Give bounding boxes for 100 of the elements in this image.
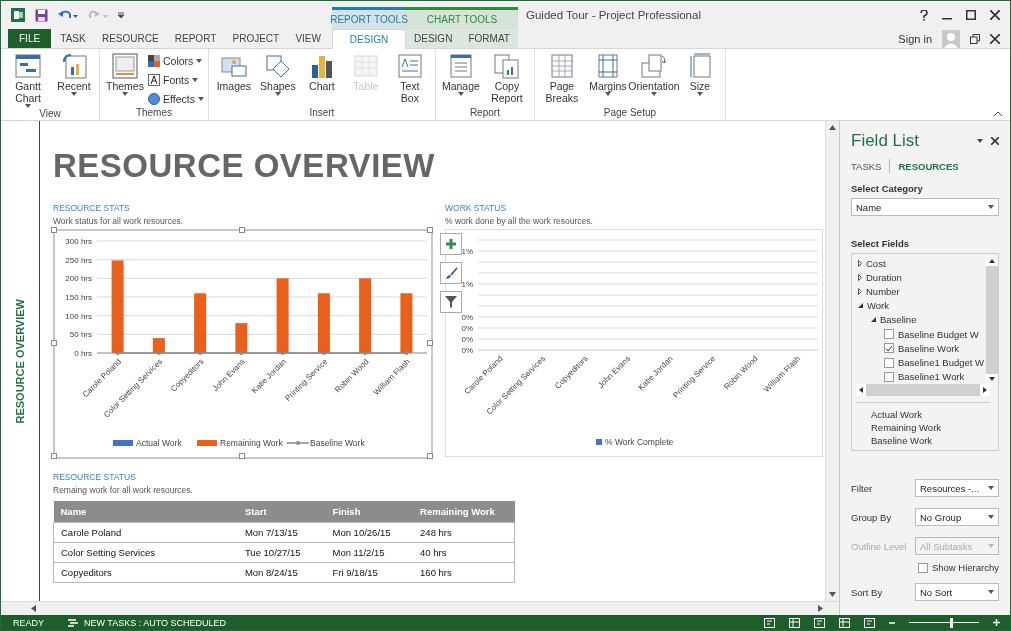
caret-icon	[977, 139, 983, 143]
maximize-icon[interactable]	[966, 10, 976, 20]
plus-icon[interactable]	[993, 619, 1000, 626]
resize-handle[interactable]	[239, 453, 245, 459]
horizontal-scrollbar[interactable]	[1, 601, 839, 615]
scroll-right-icon[interactable]	[980, 384, 990, 396]
minus-icon[interactable]	[889, 619, 895, 626]
scroll-down-icon[interactable]	[986, 374, 998, 384]
tree-item[interactable]: Cost	[854, 256, 986, 271]
tree-item[interactable]: Baseline Work	[854, 341, 986, 356]
view-icon[interactable]	[839, 617, 850, 628]
ribbon-button[interactable]: Shapes	[256, 49, 299, 107]
category-dropdown[interactable]: Name	[851, 198, 999, 216]
ribbon-button[interactable]: Margins	[586, 49, 629, 107]
ribbon-button[interactable]: Copy Report	[483, 49, 530, 107]
bar	[194, 293, 207, 353]
tree-item[interactable]: Baseline1 Budget W	[854, 355, 986, 370]
table-cell: 160 hrs	[413, 562, 515, 583]
vertical-scrollbar[interactable]	[986, 256, 998, 384]
checkbox[interactable]	[884, 343, 894, 354]
restore-icon[interactable]	[970, 33, 980, 44]
checkbox[interactable]	[884, 357, 894, 368]
selected-field[interactable]: Baseline Work	[871, 435, 990, 446]
close-icon[interactable]	[990, 10, 1000, 20]
resize-handle[interactable]	[427, 340, 433, 346]
horizontal-scrollbar[interactable]	[856, 384, 990, 396]
tree-item[interactable]: Work	[854, 298, 986, 313]
help-icon[interactable]	[920, 9, 928, 21]
ribbon-tab[interactable]: TASK	[53, 29, 93, 48]
ribbon-tab[interactable]: VIEW	[288, 29, 328, 48]
close-icon[interactable]	[990, 33, 1000, 44]
resize-handle[interactable]	[239, 227, 245, 233]
chart-frame[interactable]	[53, 229, 433, 459]
panel-tab[interactable]: TASKS	[851, 160, 882, 172]
ribbon-button[interactable]: Colors	[148, 52, 204, 69]
axis-tick-label: 1%	[461, 247, 473, 256]
ribbon-tab[interactable]: FORMAT	[460, 29, 518, 48]
vertical-scrollbar[interactable]	[825, 121, 839, 601]
chart-elements-button[interactable]	[440, 233, 462, 255]
scroll-up-icon[interactable]	[829, 125, 836, 130]
checkbox[interactable]	[884, 329, 894, 340]
view-icon[interactable]	[764, 617, 775, 628]
zoom-thumb[interactable]	[950, 617, 953, 628]
chart-styles-button[interactable]	[440, 262, 462, 284]
ribbon-tab[interactable]: FILE	[8, 29, 52, 48]
ribbon-button[interactable]: Manage	[439, 49, 482, 107]
ribbon-button[interactable]: Fonts	[148, 71, 204, 88]
sign-in-link[interactable]: Sign in	[898, 32, 932, 45]
tree-item[interactable]: Duration	[854, 270, 986, 285]
ribbon-button[interactable]: Orientation	[630, 49, 677, 107]
ribbon-tab[interactable]: PROJECT	[225, 29, 287, 48]
panel-tab[interactable]: RESOURCES	[898, 160, 959, 172]
view-icon[interactable]	[814, 617, 825, 628]
ribbon-button[interactable]: Gantt Chart	[5, 49, 51, 108]
resize-handle[interactable]	[51, 453, 57, 459]
ribbon-tab[interactable]: RESOURCE	[94, 29, 166, 48]
selected-field[interactable]: Actual Work	[871, 409, 990, 420]
ribbon-tab[interactable]: DESIGN	[332, 29, 406, 49]
resize-handle[interactable]	[427, 453, 433, 459]
save-icon[interactable]	[35, 8, 48, 22]
tree-item[interactable]: Baseline Budget W	[854, 327, 986, 342]
checkbox[interactable]	[917, 562, 928, 573]
ribbon-button[interactable]: Size	[678, 49, 721, 107]
resize-handle[interactable]	[51, 227, 57, 233]
tree-item[interactable]: Number	[854, 284, 986, 299]
checkbox[interactable]	[884, 371, 894, 382]
scroll-left-icon[interactable]	[31, 605, 36, 612]
option-dropdown[interactable]: Resources -...	[915, 479, 999, 497]
scroll-right-icon[interactable]	[818, 605, 823, 612]
status-text[interactable]: NEW TASKS : AUTO SCHEDULED	[84, 617, 227, 628]
scroll-down-icon[interactable]	[829, 592, 836, 597]
close-icon[interactable]	[991, 137, 999, 145]
scroll-up-icon[interactable]	[986, 256, 998, 266]
option-dropdown[interactable]: No Sort	[915, 583, 999, 601]
option-dropdown[interactable]: No Group	[915, 508, 999, 526]
ribbon-button[interactable]: Recent	[53, 49, 95, 108]
ribbon-tab[interactable]: REPORT	[167, 29, 224, 48]
table-cell: Mon 10/26/15	[325, 522, 414, 543]
view-icon[interactable]	[789, 617, 800, 628]
ribbon-button[interactable]: Images	[212, 49, 255, 107]
resize-handle[interactable]	[427, 227, 433, 233]
collapse-icon[interactable]	[994, 111, 1002, 116]
scroll-left-icon[interactable]	[856, 384, 866, 396]
view-icon[interactable]	[864, 617, 875, 628]
resize-handle[interactable]	[51, 340, 57, 346]
customize-icon[interactable]	[118, 12, 124, 18]
tree-item[interactable]: Baseline1 Work	[854, 369, 986, 384]
selected-field[interactable]: Remaining Work	[871, 422, 990, 433]
chart-filter-button[interactable]	[440, 291, 462, 313]
ribbon-button[interactable]: Chart	[300, 49, 343, 107]
ribbon-button[interactable]: Text Box	[388, 49, 431, 107]
task-mode-icon[interactable]	[68, 617, 80, 628]
caret-icon	[988, 515, 994, 519]
undo-icon[interactable]	[58, 9, 78, 21]
tree-item[interactable]: Baseline	[854, 312, 986, 328]
ribbon-button[interactable]: Effects	[148, 90, 204, 107]
ribbon-button[interactable]: Themes	[104, 49, 146, 107]
ribbon-button[interactable]: Page Breaks	[538, 49, 585, 107]
ribbon-tab[interactable]: DESIGN	[406, 29, 461, 48]
section-subtitle: Remaing work for all work resources.	[53, 485, 194, 495]
